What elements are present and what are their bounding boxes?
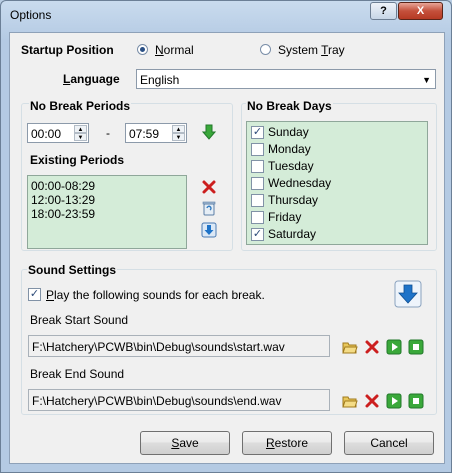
list-item[interactable]: 18:00-23:59 bbox=[31, 207, 95, 221]
tuesday-label[interactable]: Tuesday bbox=[268, 159, 314, 173]
friday-checkbox[interactable] bbox=[251, 211, 264, 224]
saturday-label[interactable]: Saturday bbox=[268, 227, 316, 241]
period-end-time[interactable]: 07:59 ▲ ▼ bbox=[125, 123, 187, 143]
language-select[interactable]: English ▼ bbox=[136, 69, 436, 89]
close-button[interactable]: X bbox=[398, 2, 443, 20]
thursday-label[interactable]: Thursday bbox=[268, 193, 318, 207]
recycle-bin-icon[interactable] bbox=[201, 200, 217, 216]
saturday-checkbox[interactable]: ✓ bbox=[251, 228, 264, 241]
friday-label[interactable]: Friday bbox=[268, 210, 301, 224]
sound-settings-title: Sound Settings bbox=[27, 263, 117, 277]
existing-periods-list[interactable]: 00:00-08:29 12:00-13:29 18:00-23:59 bbox=[27, 175, 187, 249]
cancel-button[interactable]: Cancel bbox=[344, 431, 434, 455]
list-item[interactable]: 12:00-13:29 bbox=[31, 193, 95, 207]
language-value: English bbox=[140, 73, 180, 87]
play-start-sound-icon[interactable] bbox=[386, 339, 402, 355]
sunday-checkbox[interactable]: ✓ bbox=[251, 126, 264, 139]
window-title: Options bbox=[10, 8, 52, 22]
no-break-days-list: ✓ Sunday Monday Tuesday Wednesday Thursd… bbox=[246, 121, 428, 245]
break-end-sound-path[interactable]: F:\Hatchery\PCWB\bin\Debug\sounds\end.wa… bbox=[28, 389, 330, 411]
save-button[interactable]: Save bbox=[140, 431, 230, 455]
monday-label[interactable]: Monday bbox=[268, 142, 311, 156]
title-bar: Options ? X bbox=[1, 1, 451, 29]
break-end-sound-label: Break End Sound bbox=[30, 367, 125, 381]
open-folder-icon[interactable] bbox=[342, 339, 358, 355]
spin-up-icon[interactable]: ▲ bbox=[172, 125, 185, 133]
stop-start-sound-icon[interactable] bbox=[408, 339, 424, 355]
wednesday-label[interactable]: Wednesday bbox=[268, 176, 331, 190]
startup-normal-label[interactable]: Normal bbox=[155, 43, 194, 57]
existing-periods-title: Existing Periods bbox=[30, 153, 125, 167]
no-break-days-title: No Break Days bbox=[246, 99, 333, 113]
restore-button[interactable]: Restore bbox=[242, 431, 332, 455]
wednesday-checkbox[interactable] bbox=[251, 177, 264, 190]
chevron-down-icon: ▼ bbox=[422, 75, 431, 85]
break-end-sound-value: F:\Hatchery\PCWB\bin\Debug\sounds\end.wa… bbox=[32, 394, 282, 408]
period-separator: - bbox=[106, 126, 110, 140]
spin-down-icon[interactable]: ▼ bbox=[172, 133, 185, 141]
dialog-client: Startup Position Normal System Tray Lang… bbox=[9, 32, 445, 464]
spin-down-icon[interactable]: ▼ bbox=[74, 133, 87, 141]
startup-system-tray-label[interactable]: System Tray bbox=[278, 43, 345, 57]
download-arrow-icon[interactable] bbox=[394, 280, 422, 308]
list-item[interactable]: 00:00-08:29 bbox=[31, 179, 95, 193]
options-window: Options ? X Startup Position Normal Syst… bbox=[0, 0, 452, 473]
break-start-sound-value: F:\Hatchery\PCWB\bin\Debug\sounds\start.… bbox=[32, 340, 285, 354]
break-start-sound-label: Break Start Sound bbox=[30, 313, 129, 327]
add-period-down-arrow-icon[interactable] bbox=[201, 124, 217, 140]
break-start-sound-path[interactable]: F:\Hatchery\PCWB\bin\Debug\sounds\start.… bbox=[28, 335, 330, 357]
import-down-arrow-icon[interactable] bbox=[201, 222, 217, 238]
period-end-value: 07:59 bbox=[129, 127, 160, 141]
spin-up-icon[interactable]: ▲ bbox=[74, 125, 87, 133]
open-folder-icon[interactable] bbox=[342, 393, 358, 409]
startup-system-tray-radio[interactable] bbox=[260, 44, 271, 55]
delete-period-icon[interactable] bbox=[201, 179, 217, 195]
monday-checkbox[interactable] bbox=[251, 143, 264, 156]
language-label: Language bbox=[63, 72, 120, 86]
play-sounds-checkbox[interactable]: ✓ bbox=[28, 288, 41, 301]
no-break-periods-title: No Break Periods bbox=[29, 99, 132, 113]
sunday-label[interactable]: Sunday bbox=[268, 125, 309, 139]
help-button[interactable]: ? bbox=[370, 2, 397, 20]
delete-end-sound-icon[interactable] bbox=[364, 393, 380, 409]
tuesday-checkbox[interactable] bbox=[251, 160, 264, 173]
play-sounds-label[interactable]: Play the following sounds for each break… bbox=[46, 288, 265, 302]
startup-position-label: Startup Position bbox=[21, 43, 114, 57]
startup-normal-radio[interactable] bbox=[137, 44, 148, 55]
delete-start-sound-icon[interactable] bbox=[364, 339, 380, 355]
play-end-sound-icon[interactable] bbox=[386, 393, 402, 409]
period-start-value: 00:00 bbox=[31, 127, 62, 141]
stop-end-sound-icon[interactable] bbox=[408, 393, 424, 409]
thursday-checkbox[interactable] bbox=[251, 194, 264, 207]
period-start-time[interactable]: 00:00 ▲ ▼ bbox=[27, 123, 89, 143]
